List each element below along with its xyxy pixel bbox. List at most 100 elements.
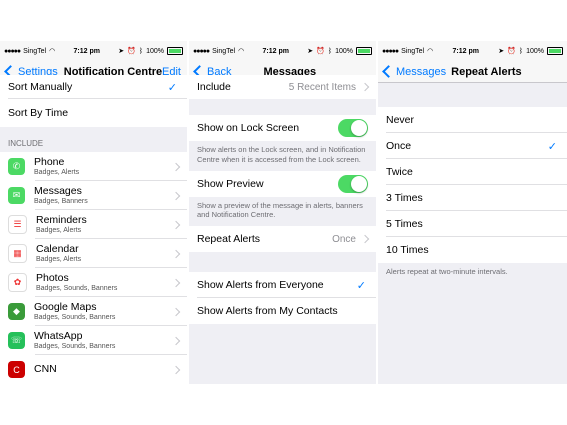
lock-screen-row: Show on Lock Screen bbox=[189, 115, 376, 141]
app-icon: ☰ bbox=[8, 215, 27, 234]
app-text: Calendar Badges, Alerts bbox=[36, 243, 81, 263]
app-name: Google Maps bbox=[34, 301, 97, 314]
back-label: Messages bbox=[396, 65, 447, 78]
chevron-right-icon bbox=[171, 278, 181, 287]
signal-icon: ●●●●● bbox=[4, 47, 21, 55]
sort-manually-row[interactable]: Sort Manually ✓ bbox=[0, 75, 187, 99]
battery-percent: 100% bbox=[526, 47, 544, 55]
location-icon: ➤ bbox=[307, 48, 314, 55]
lock-screen-toggle[interactable] bbox=[338, 119, 368, 137]
chevron-right-icon bbox=[171, 220, 181, 229]
app-subtitle: Badges, Alerts bbox=[36, 255, 82, 263]
battery-icon bbox=[355, 47, 372, 55]
signal-icon: ●●●●● bbox=[193, 47, 210, 55]
app-text: Reminders Badges, Alerts bbox=[36, 214, 87, 234]
repeat-alerts-row[interactable]: Repeat Alerts Once bbox=[189, 226, 376, 252]
chevron-right-icon bbox=[171, 249, 181, 258]
app-icon: ✆ bbox=[8, 158, 25, 175]
status-time: 7:12 pm bbox=[452, 47, 479, 55]
app-row-whatsapp[interactable]: ☏ WhatsApp Badges, Sounds, Banners bbox=[0, 326, 187, 355]
bluetooth-icon: ᛒ bbox=[138, 47, 144, 55]
location-icon: ➤ bbox=[118, 48, 125, 55]
chevron-right-icon bbox=[171, 365, 181, 374]
app-icon: ✉ bbox=[8, 187, 25, 204]
preview-label: Show Preview bbox=[197, 177, 264, 190]
chevron-left-icon bbox=[382, 65, 395, 78]
repeat-option-once[interactable]: Once ✓ bbox=[378, 133, 567, 159]
app-subtitle: Badges, Alerts bbox=[36, 226, 82, 234]
repeat-alerts-label: Repeat Alerts bbox=[197, 233, 261, 245]
back-button[interactable]: Messages bbox=[378, 65, 447, 78]
app-subtitle: Badges, Banners bbox=[34, 197, 88, 205]
wifi-icon: ◠ bbox=[49, 48, 56, 55]
alerts-from-everyone-row[interactable]: Show Alerts from Everyone ✓ bbox=[189, 272, 376, 298]
preview-footer: Show a preview of the message in alerts,… bbox=[197, 200, 363, 220]
repeat-option-10-times[interactable]: 10 Times bbox=[378, 237, 567, 263]
alerts-from-contacts-label: Show Alerts from My Contacts bbox=[197, 305, 338, 317]
nav-bar: Messages Repeat Alerts bbox=[378, 61, 567, 83]
location-icon: ➤ bbox=[498, 48, 505, 55]
app-text: Photos Badges, Sounds, Banners bbox=[36, 272, 117, 292]
preview-toggle[interactable] bbox=[338, 174, 368, 193]
include-row[interactable]: Include 5 Recent Items bbox=[189, 75, 376, 99]
repeat-alerts-footer: Alerts repeat at two-minute intervals. bbox=[386, 267, 508, 276]
alarm-icon: ⏰ bbox=[507, 48, 516, 55]
include-label: Include bbox=[197, 81, 231, 93]
repeat-option-never[interactable]: Never bbox=[378, 107, 567, 133]
status-time: 7:12 pm bbox=[262, 47, 289, 55]
app-name: Reminders bbox=[36, 214, 87, 227]
app-icon: ✿ bbox=[8, 273, 27, 292]
signal-icon: ●●●●● bbox=[382, 47, 399, 55]
include-header: INCLUDE bbox=[8, 139, 44, 148]
app-name: WhatsApp bbox=[34, 330, 83, 343]
app-icon: ◆ bbox=[8, 303, 25, 320]
app-icon: ☏ bbox=[8, 332, 25, 349]
app-name: Photos bbox=[36, 272, 69, 285]
app-name: Messages bbox=[34, 185, 82, 198]
checkmark-icon: ✓ bbox=[547, 140, 557, 153]
lock-screen-label: Show on Lock Screen bbox=[197, 122, 300, 134]
repeat-alerts-value: Once bbox=[332, 233, 356, 245]
checkmark-icon: ✓ bbox=[356, 279, 366, 292]
repeat-alerts-screen: ●●●●● SingTel ◠ 7:12 pm ➤ ⏰ ᛒ 100% Messages R… bbox=[378, 41, 567, 384]
app-row-messages[interactable]: ✉ Messages Badges, Banners bbox=[0, 181, 187, 210]
chevron-right-icon bbox=[171, 191, 181, 200]
chevron-right-icon bbox=[171, 162, 181, 171]
notification-centre-screen: ●●●●● SingTel ◠ 7:12 pm ➤ ⏰ ᛒ 100% Settings N… bbox=[0, 41, 187, 384]
battery-percent: 100% bbox=[146, 47, 164, 55]
chevron-right-icon bbox=[171, 336, 181, 345]
app-subtitle: Badges, Sounds, Banners bbox=[36, 284, 118, 292]
sort-manually-label: Sort Manually bbox=[8, 81, 73, 93]
messages-settings-screen: ●●●●● SingTel ◠ 7:12 pm ➤ ⏰ ᛒ 100% Back Messa… bbox=[189, 41, 376, 384]
bluetooth-icon: ᛒ bbox=[327, 47, 333, 55]
repeat-option-label: 10 Times bbox=[386, 244, 429, 256]
app-row-phone[interactable]: ✆ Phone Badges, Alerts bbox=[0, 152, 187, 181]
repeat-option-twice[interactable]: Twice bbox=[378, 159, 567, 185]
status-bar: ●●●●● SingTel ◠ 7:12 pm ➤ ⏰ ᛒ 100% bbox=[0, 41, 187, 61]
status-bar: ●●●●● SingTel ◠ 7:12 pm ➤ ⏰ ᛒ 100% bbox=[189, 41, 376, 61]
repeat-option-3-times[interactable]: 3 Times bbox=[378, 185, 567, 211]
app-row-photos[interactable]: ✿ Photos Badges, Sounds, Banners bbox=[0, 268, 187, 297]
app-name: Phone bbox=[34, 156, 65, 169]
alerts-from-contacts-row[interactable]: Show Alerts from My Contacts bbox=[189, 298, 376, 324]
app-text: Phone Badges, Alerts bbox=[34, 156, 79, 176]
wifi-icon: ◠ bbox=[238, 48, 245, 55]
carrier: SingTel bbox=[401, 47, 425, 55]
include-value: 5 Recent Items bbox=[288, 81, 356, 93]
page-title: Repeat Alerts bbox=[451, 65, 522, 78]
app-row-calendar[interactable]: ▦ Calendar Badges, Alerts bbox=[0, 239, 187, 268]
app-list: ✆ Phone Badges, Alerts ✉ Messages Badges, Ban… bbox=[0, 152, 187, 384]
repeat-option-label: 3 Times bbox=[386, 192, 423, 204]
carrier: SingTel bbox=[212, 47, 236, 55]
app-subtitle: Badges, Sounds, Banners bbox=[34, 342, 116, 350]
app-row-google-maps[interactable]: ◆ Google Maps Badges, Sounds, Banners bbox=[0, 297, 187, 326]
app-icon: ▦ bbox=[8, 244, 27, 263]
sort-by-time-row[interactable]: Sort By Time bbox=[0, 99, 187, 127]
app-row-reminders[interactable]: ☰ Reminders Badges, Alerts bbox=[0, 210, 187, 239]
wifi-icon: ◠ bbox=[427, 48, 434, 55]
chevron-right-icon bbox=[360, 82, 370, 92]
alerts-from-everyone-label: Show Alerts from Everyone bbox=[197, 279, 324, 291]
repeat-option-5-times[interactable]: 5 Times bbox=[378, 211, 567, 237]
bluetooth-icon: ᛒ bbox=[518, 47, 524, 55]
app-row-cnn[interactable]: C CNN bbox=[0, 355, 187, 384]
